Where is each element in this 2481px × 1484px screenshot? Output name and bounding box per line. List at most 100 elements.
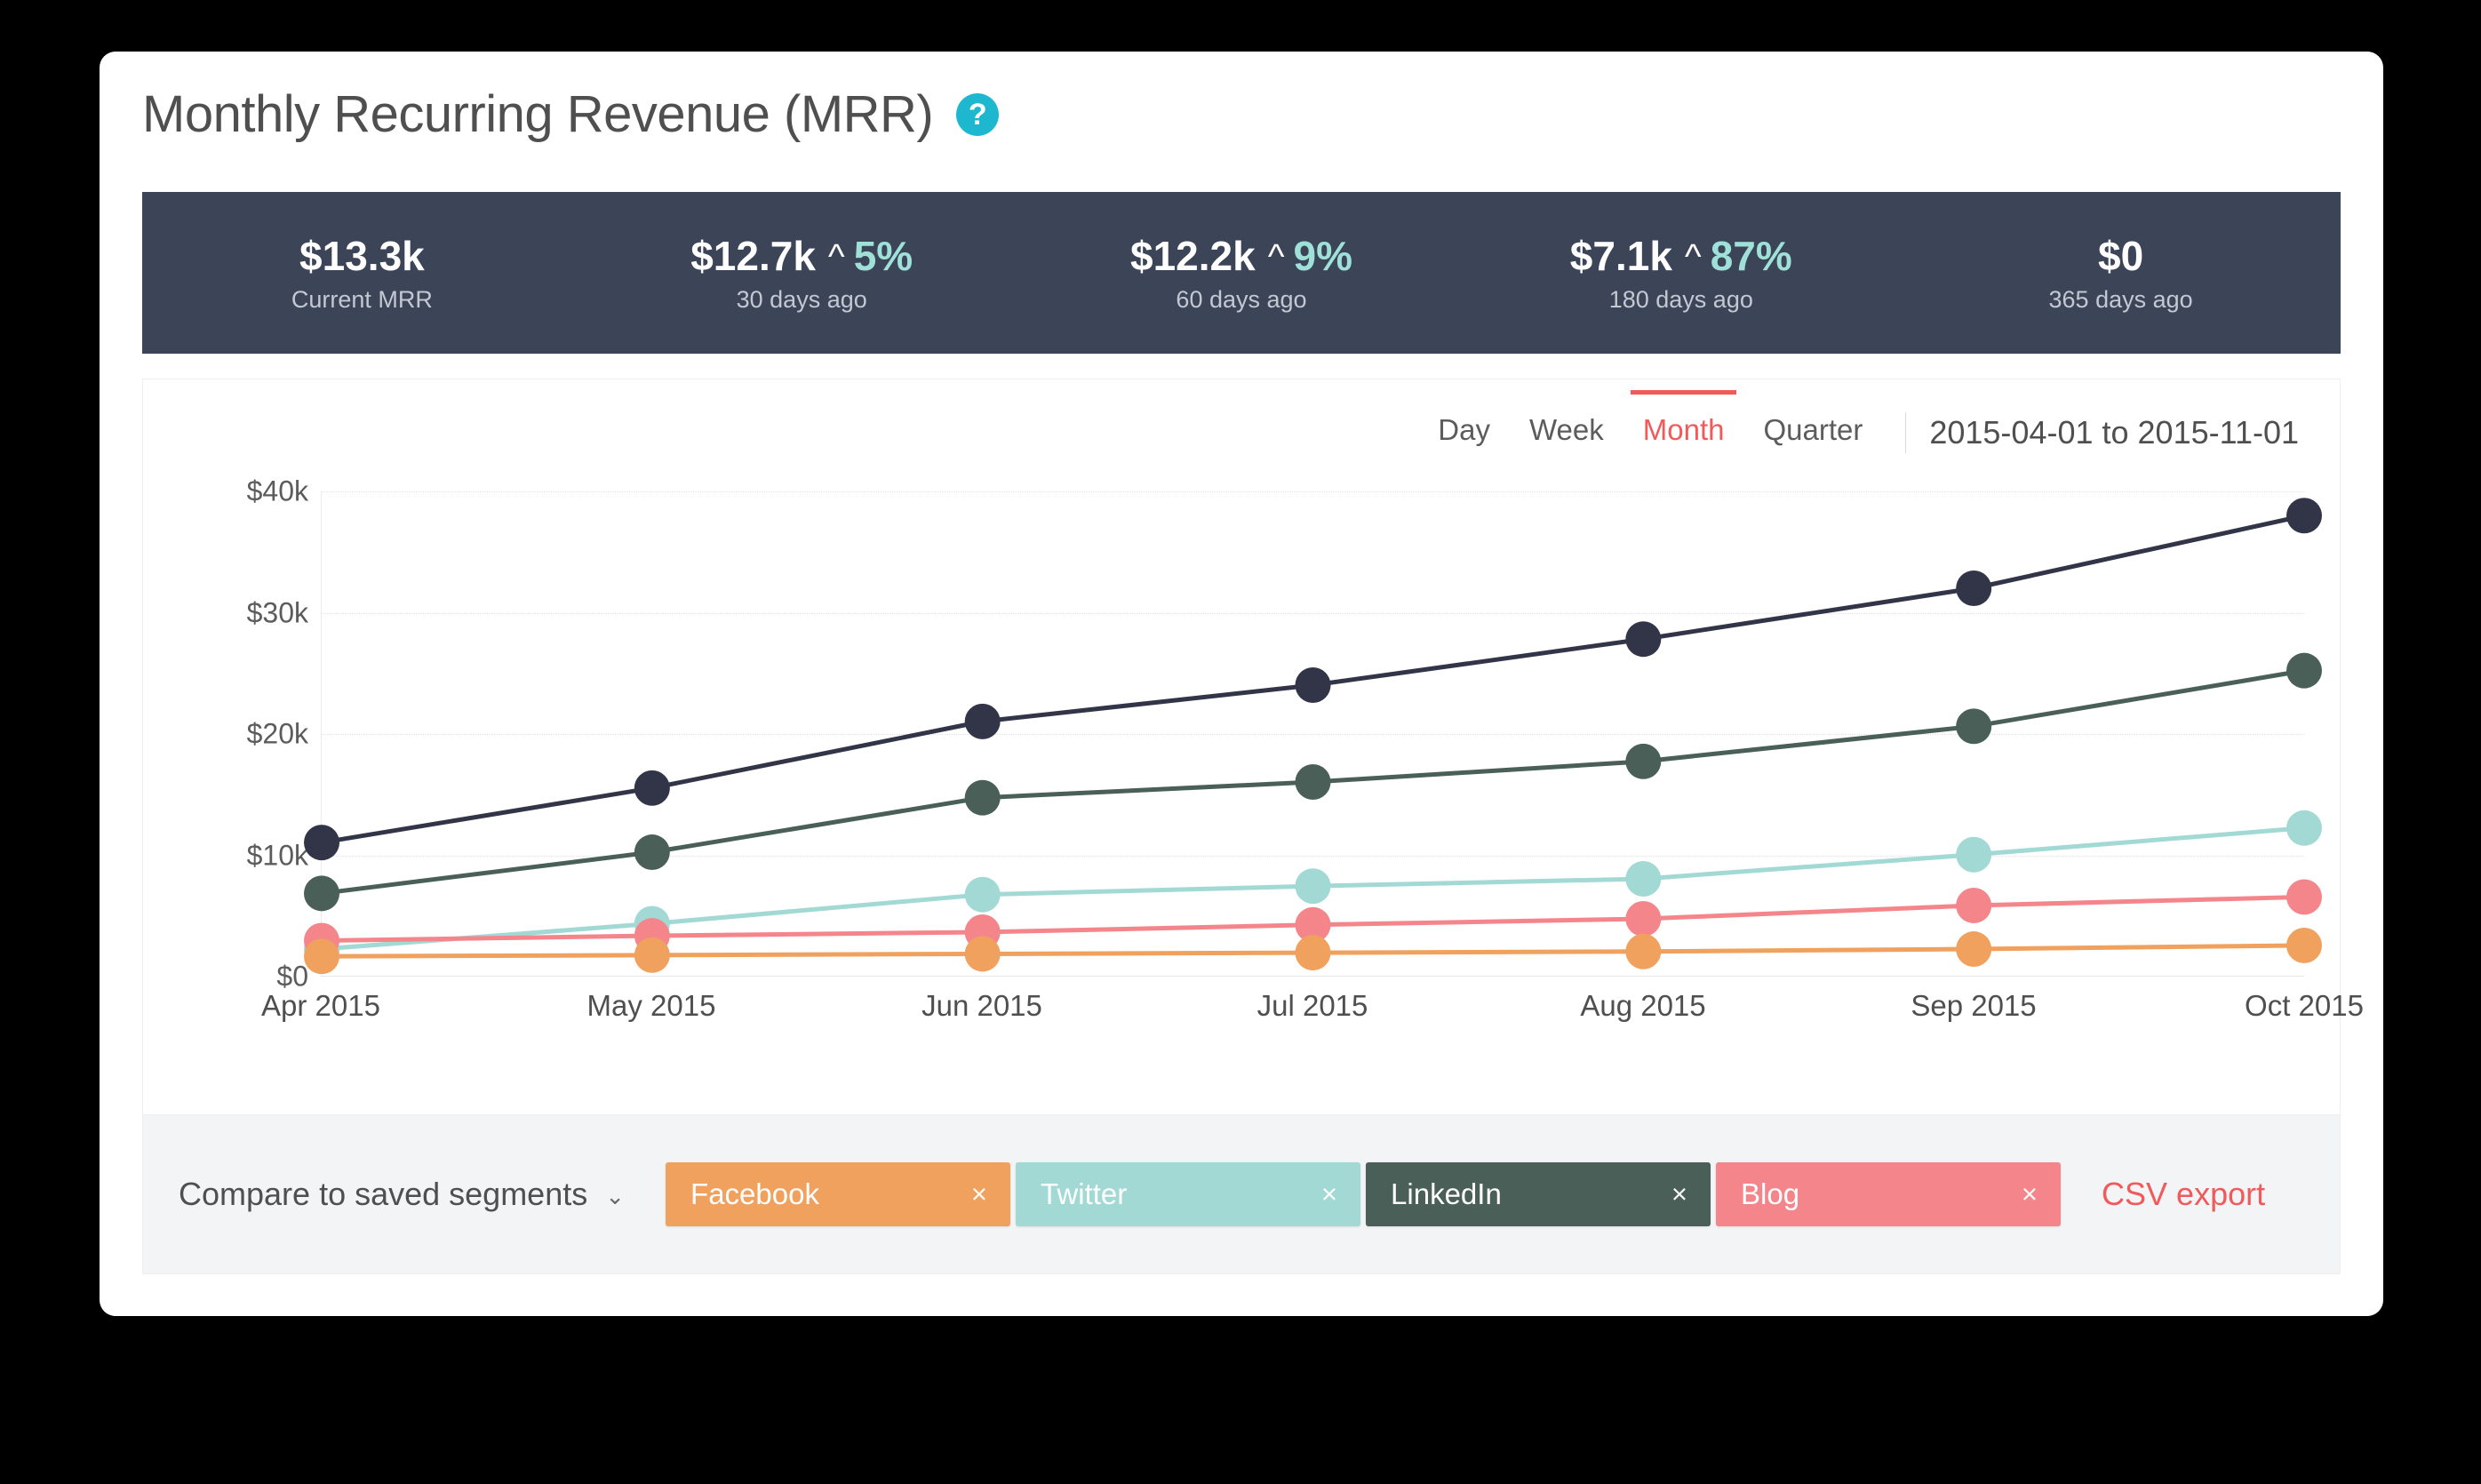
data-point[interactable]: [1295, 935, 1331, 971]
stat-value: $7.1k ^ 87%: [1466, 233, 1895, 280]
stat-value: $12.7k ^ 5%: [587, 233, 1017, 280]
data-point[interactable]: [1625, 621, 1662, 658]
data-point[interactable]: [634, 834, 670, 870]
chevron-down-icon: ⌄: [605, 1182, 626, 1209]
data-point[interactable]: [964, 936, 1001, 972]
stat-amount: $0: [2098, 233, 2144, 280]
stat-label: 30 days ago: [736, 285, 867, 313]
x-axis-labels: Apr 2015 May 2015 Jun 2015 Jul 2015 Aug 2015…: [261, 989, 2364, 1042]
stat-label: 365 days ago: [2048, 285, 2193, 313]
data-point[interactable]: [1295, 667, 1331, 703]
chart-controls: Day Week Month Quarter 2015-04-01 to 2015-1…: [1418, 390, 2299, 463]
x-axis-tick: Oct 2015: [2245, 989, 2364, 1022]
segment-chip-label: LinkedIn: [1391, 1177, 1502, 1210]
stat-item: $13.3k Current MRR: [142, 233, 582, 313]
close-icon[interactable]: ×: [959, 1178, 987, 1210]
line-series-svg: [304, 498, 2322, 975]
data-point[interactable]: [964, 876, 1001, 913]
stat-item: $12.7k ^ 5% 30 days ago: [582, 233, 1022, 313]
x-axis-tick: Jun 2015: [921, 989, 1042, 1022]
stat-delta: 9%: [1293, 233, 1352, 280]
data-point[interactable]: [2286, 652, 2322, 689]
data-point[interactable]: [304, 938, 339, 975]
stat-item: $7.1k ^ 87% 180 days ago: [1461, 233, 1901, 313]
stat-label: 60 days ago: [1176, 285, 1307, 313]
data-point[interactable]: [304, 825, 339, 861]
compare-segments-label: Compare to saved segments: [179, 1176, 588, 1212]
data-point[interactable]: [964, 779, 1001, 816]
data-point[interactable]: [2286, 498, 2322, 534]
stat-item: $0 365 days ago: [1901, 233, 2341, 313]
close-icon[interactable]: ×: [1309, 1178, 1337, 1210]
segment-chip[interactable]: Facebook ×: [666, 1162, 1011, 1226]
data-point[interactable]: [1625, 900, 1662, 937]
stat-amount: $12.2k: [1130, 233, 1256, 280]
plot-area: [304, 491, 2322, 977]
data-point[interactable]: [1956, 708, 1992, 745]
data-point[interactable]: [2286, 810, 2322, 846]
x-axis-tick: Apr 2015: [261, 989, 380, 1022]
page-title: Monthly Recurring Revenue (MRR): [142, 85, 934, 143]
data-point[interactable]: [634, 937, 670, 973]
close-icon[interactable]: ×: [1659, 1178, 1687, 1210]
x-axis-tick: Sep 2015: [1911, 989, 2037, 1022]
tab-week[interactable]: Week: [1510, 403, 1623, 463]
y-axis-labels: $0 $10k $20k $30k $40k: [143, 475, 321, 993]
x-axis-tick: Aug 2015: [1580, 989, 1706, 1022]
date-range-selector[interactable]: 2015-04-01 to 2015-11-01: [1929, 414, 2299, 451]
data-point[interactable]: [1625, 743, 1662, 779]
stat-label: Current MRR: [291, 285, 433, 313]
stat-value: $0: [1906, 233, 2335, 280]
segment-chip[interactable]: Blog ×: [1716, 1162, 2062, 1226]
trend-up-icon: ^: [1267, 237, 1285, 277]
plot-wrapper: $0 $10k $20k $30k $40k Apr 2015 May 2015 Jun 2…: [143, 475, 2364, 1042]
stat-amount: $12.7k: [690, 233, 816, 280]
segment-chip-label: Blog: [1741, 1177, 1800, 1210]
data-point[interactable]: [2286, 879, 2322, 915]
data-point[interactable]: [1956, 931, 1992, 967]
trend-up-icon: ^: [1684, 237, 1702, 277]
y-axis-tick: $40k: [246, 475, 308, 507]
data-point[interactable]: [1295, 868, 1331, 905]
segment-chip[interactable]: Twitter ×: [1016, 1162, 1361, 1226]
data-point[interactable]: [304, 875, 339, 912]
stats-summary-bar: $13.3k Current MRR $12.7k ^ 5% 30 days ago $12…: [142, 192, 2341, 354]
stat-label: 180 days ago: [1608, 285, 1753, 313]
y-axis-tick: $0: [276, 960, 308, 993]
screen-root: Monthly Recurring Revenue (MRR) ? $13.3k…: [0, 0, 2481, 1484]
segment-chip[interactable]: LinkedIn ×: [1366, 1162, 1711, 1226]
trend-up-icon: ^: [827, 237, 845, 277]
csv-export-link[interactable]: CSV export: [2102, 1176, 2265, 1213]
stat-item: $12.2k ^ 9% 60 days ago: [1022, 233, 1462, 313]
segments-footer: Compare to saved segments ⌄ Facebook × Twi…: [142, 1114, 2341, 1274]
y-axis-tick: $20k: [246, 717, 308, 750]
data-point[interactable]: [964, 703, 1001, 739]
segment-chip-label: Facebook: [690, 1177, 819, 1210]
compare-segments-dropdown[interactable]: Compare to saved segments ⌄: [179, 1176, 625, 1213]
tab-day[interactable]: Day: [1418, 403, 1510, 463]
stat-value: $12.2k ^ 9%: [1027, 233, 1456, 280]
data-point[interactable]: [1295, 764, 1331, 800]
data-point[interactable]: [1625, 933, 1662, 969]
data-point[interactable]: [634, 770, 670, 806]
segment-chip-list: Facebook × Twitter × LinkedIn × Blog ×: [666, 1162, 2066, 1226]
mrr-card: Monthly Recurring Revenue (MRR) ? $13.3k…: [100, 52, 2383, 1316]
granularity-tabs: Day Week Month Quarter: [1418, 390, 1882, 463]
stat-value: $13.3k: [148, 233, 577, 280]
stat-amount: $7.1k: [1569, 233, 1672, 280]
data-point[interactable]: [1956, 836, 1992, 873]
question-mark-icon[interactable]: ?: [956, 93, 1000, 136]
stat-amount: $13.3k: [299, 233, 425, 280]
x-axis-tick: May 2015: [586, 989, 716, 1022]
title-row: Monthly Recurring Revenue (MRR) ?: [142, 85, 1000, 143]
tab-quarter[interactable]: Quarter: [1743, 403, 1882, 463]
close-icon[interactable]: ×: [2009, 1178, 2038, 1210]
data-point[interactable]: [1956, 570, 1992, 606]
data-point[interactable]: [2286, 927, 2322, 963]
data-point[interactable]: [1956, 888, 1992, 923]
controls-divider: [1905, 412, 1907, 453]
data-point[interactable]: [1625, 861, 1662, 897]
y-axis-tick: $30k: [246, 596, 308, 628]
tab-month[interactable]: Month: [1623, 390, 1744, 463]
chart-panel: Day Week Month Quarter 2015-04-01 to 2015-1…: [142, 379, 2364, 1114]
